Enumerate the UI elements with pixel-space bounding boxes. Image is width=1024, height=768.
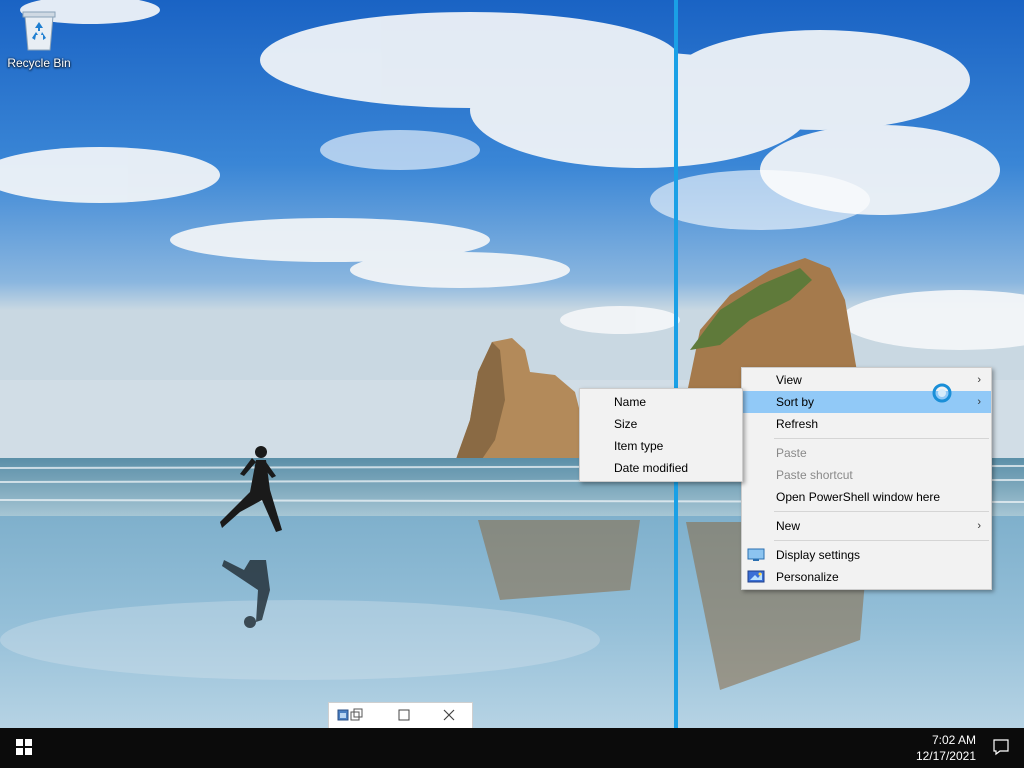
maximize-icon xyxy=(398,709,410,724)
desktop-icon-recycle-bin[interactable]: Recycle Bin xyxy=(4,8,74,70)
windows-logo-icon xyxy=(16,738,32,758)
chevron-right-icon: › xyxy=(977,374,981,386)
menu-item-label: Sort by xyxy=(776,395,815,409)
chevron-right-icon: › xyxy=(977,520,981,532)
sort-by-submenu: Name Size Item type Date modified xyxy=(579,388,743,482)
menu-item-label: Paste xyxy=(776,446,807,460)
menu-item-personalize[interactable]: Personalize xyxy=(742,566,991,588)
desktop-context-menu: View › Sort by › Refresh Paste Paste sho… xyxy=(741,367,992,590)
desktop-icon-label: Recycle Bin xyxy=(7,56,71,70)
menu-item-label: Personalize xyxy=(776,570,839,584)
menu-item-label: Open PowerShell window here xyxy=(776,490,941,504)
submenu-item-item-type[interactable]: Item type xyxy=(580,435,742,457)
clock-time: 7:02 AM xyxy=(931,733,976,747)
menu-item-new[interactable]: New › xyxy=(742,515,991,537)
maximize-button[interactable] xyxy=(384,703,424,729)
menu-item-label: Paste shortcut xyxy=(776,468,853,482)
submenu-item-size[interactable]: Size xyxy=(580,413,742,435)
start-button[interactable] xyxy=(0,728,48,768)
taskbar: 7:02 AM 12/17/2021 xyxy=(0,728,1024,768)
menu-item-label: Refresh xyxy=(776,417,819,431)
clock-date: 12/17/2021 xyxy=(915,749,976,763)
menu-item-refresh[interactable]: Refresh xyxy=(742,413,991,435)
personalize-icon xyxy=(747,569,765,585)
recycle-bin-icon xyxy=(19,8,59,52)
taskbar-clock[interactable]: 7:02 AM 12/17/2021 xyxy=(880,732,976,764)
restore-button[interactable] xyxy=(331,703,371,729)
menu-item-label: Item type xyxy=(614,439,664,453)
menu-item-paste-shortcut[interactable]: Paste shortcut xyxy=(742,464,991,486)
restore-icon xyxy=(337,707,365,726)
action-center-icon xyxy=(992,738,1010,759)
menu-item-label: Date modified xyxy=(614,461,689,475)
menu-item-label: Name xyxy=(614,395,647,409)
chevron-right-icon: › xyxy=(977,396,981,408)
close-button[interactable] xyxy=(429,703,469,729)
menu-item-label: Display settings xyxy=(776,548,861,562)
menu-item-label: Size xyxy=(614,417,638,431)
menu-item-label: New xyxy=(776,519,801,533)
close-icon xyxy=(443,709,455,724)
menu-separator xyxy=(774,540,989,541)
menu-separator xyxy=(774,511,989,512)
menu-item-paste[interactable]: Paste xyxy=(742,442,991,464)
menu-item-view[interactable]: View › xyxy=(742,369,991,391)
display-settings-icon xyxy=(747,547,765,563)
menu-item-label: View xyxy=(776,373,802,387)
action-center-button[interactable] xyxy=(978,728,1024,768)
menu-item-display-settings[interactable]: Display settings xyxy=(742,544,991,566)
menu-item-open-powershell[interactable]: Open PowerShell window here xyxy=(742,486,991,508)
split-divider[interactable] xyxy=(674,0,678,768)
submenu-item-date-modified[interactable]: Date modified xyxy=(580,457,742,479)
desktop-wallpaper[interactable] xyxy=(0,0,1024,728)
minimized-window-stub[interactable] xyxy=(328,702,473,730)
submenu-item-name[interactable]: Name xyxy=(580,391,742,413)
menu-item-sort-by[interactable]: Sort by › xyxy=(742,391,991,413)
busy-cursor-icon xyxy=(932,383,952,403)
menu-separator xyxy=(774,438,989,439)
wallpaper-image xyxy=(0,0,1024,728)
